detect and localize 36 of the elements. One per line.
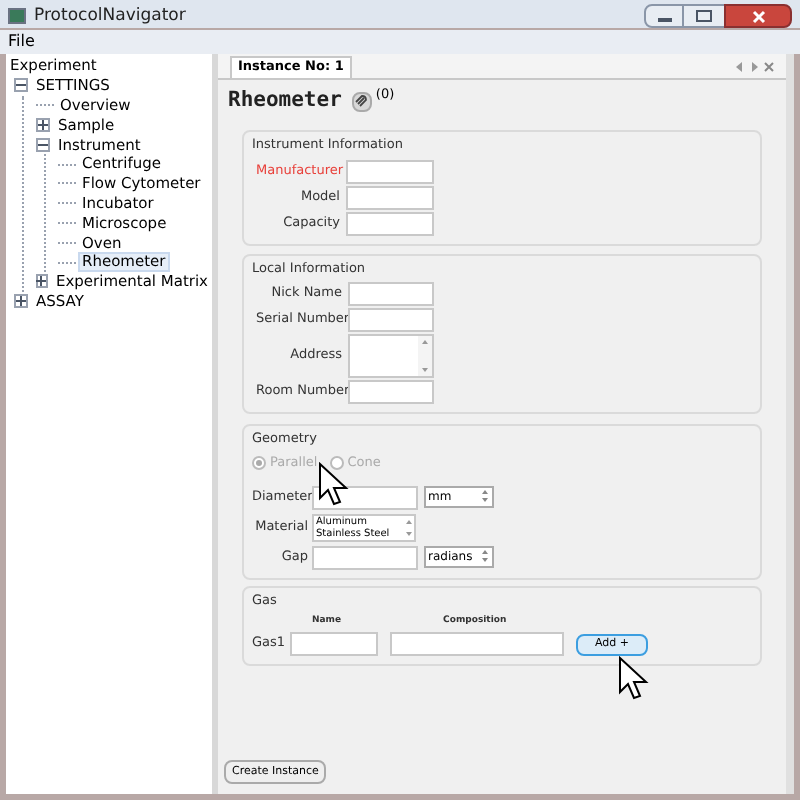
app-icon	[8, 8, 26, 24]
cursor-icon	[618, 656, 650, 704]
maximize-button[interactable]	[684, 4, 724, 28]
paperclip-icon	[354, 94, 369, 109]
input-field[interactable]	[346, 185, 434, 209]
scroll-up-icon[interactable]	[405, 519, 411, 524]
left-arrow-icon[interactable]	[736, 62, 744, 72]
close-icon[interactable]	[764, 62, 774, 72]
input-field[interactable]	[312, 545, 418, 570]
right-arrow-icon[interactable]	[750, 62, 758, 72]
collapse-icon[interactable]	[14, 78, 28, 93]
input-field[interactable]	[290, 632, 378, 657]
input-field[interactable]	[346, 211, 434, 235]
close-button[interactable]	[724, 4, 792, 28]
input-field[interactable]	[348, 282, 434, 307]
window-title: ProtocolNavigator	[34, 3, 186, 29]
input-field[interactable]	[348, 308, 434, 333]
input-field[interactable]	[348, 380, 434, 405]
scroll-down-icon[interactable]	[405, 531, 411, 536]
expand-icon[interactable]	[36, 117, 50, 132]
cursor-icon	[318, 462, 350, 510]
expand-icon[interactable]	[36, 274, 48, 289]
minimize-button[interactable]	[644, 4, 684, 28]
collapse-icon[interactable]	[36, 137, 50, 152]
attachment-button[interactable]	[351, 91, 372, 112]
expand-icon[interactable]	[14, 294, 28, 309]
text-area[interactable]	[348, 334, 434, 379]
spinner-arrows-icon	[482, 490, 488, 503]
input-field[interactable]	[346, 159, 434, 183]
heading: Rheometer	[228, 86, 342, 116]
close-icon	[751, 9, 765, 23]
spinner-arrows-icon	[482, 550, 488, 563]
menu-item[interactable]: File	[8, 30, 35, 54]
scroll-up-icon[interactable]	[422, 340, 428, 345]
scroll-down-icon[interactable]	[422, 368, 428, 373]
input-field[interactable]	[390, 632, 564, 657]
